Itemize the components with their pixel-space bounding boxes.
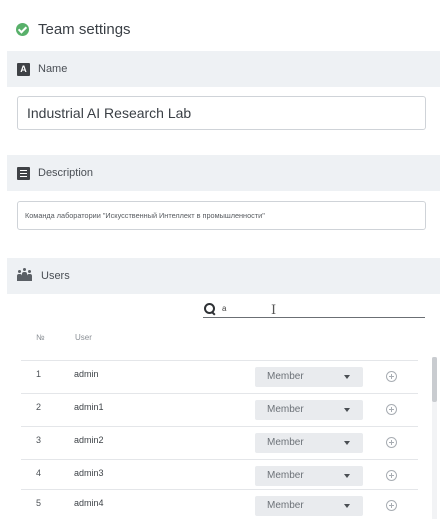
table-row: 5 admin4 Member [21, 489, 418, 519]
row-number: 5 [36, 498, 42, 508]
panel-title: Team settings [38, 20, 131, 38]
table-row: 3 admin2 Member [21, 426, 418, 456]
row-number: 4 [36, 468, 42, 478]
role-value: Member [267, 404, 304, 415]
section-header-description: Description [7, 155, 440, 191]
row-number: 2 [36, 402, 42, 412]
role-select[interactable]: Member [255, 496, 363, 516]
caret-down-icon [344, 375, 350, 379]
panel-header: Team settings [0, 8, 440, 50]
document-icon [17, 166, 30, 180]
section-header-users: Users [7, 258, 440, 294]
search-icon [204, 302, 216, 315]
section-label-description: Description [38, 167, 94, 179]
row-number: 3 [36, 435, 42, 445]
row-number: 1 [36, 369, 42, 379]
table-row: 4 admin3 Member [21, 459, 418, 489]
role-value: Member [267, 470, 304, 481]
add-circle-icon[interactable] [386, 500, 397, 511]
table-row: 2 admin1 Member [21, 393, 418, 423]
column-header-number: № [36, 333, 45, 342]
caret-down-icon [344, 408, 350, 412]
role-value: Member [267, 371, 304, 382]
scrollbar[interactable] [432, 357, 437, 519]
row-username: admin1 [74, 402, 104, 412]
caret-down-icon [344, 441, 350, 445]
table-row: 1 admin Member [21, 360, 418, 390]
text-cursor-icon: I [271, 303, 277, 318]
section-label-users: Users [41, 270, 70, 282]
section-label-name: Name [38, 63, 68, 75]
search-value: a [222, 304, 227, 313]
add-circle-icon[interactable] [386, 470, 397, 481]
check-circle-icon [16, 22, 29, 36]
scrollbar-thumb[interactable] [432, 357, 437, 402]
add-circle-icon[interactable] [386, 371, 397, 382]
role-value: Member [267, 437, 304, 448]
role-select[interactable]: Member [255, 433, 363, 453]
column-header-user: User [75, 333, 92, 342]
add-circle-icon[interactable] [386, 404, 397, 415]
user-search-input[interactable]: a I [203, 300, 425, 318]
row-username: admin4 [74, 498, 104, 508]
role-value: Member [267, 500, 304, 511]
a-letter-icon: A [17, 62, 30, 76]
caret-down-icon [344, 474, 350, 478]
role-select[interactable]: Member [255, 367, 363, 387]
team-description-input[interactable]: Команда лаборатории "Искусственный Интел… [17, 201, 426, 230]
team-name-input[interactable]: Industrial AI Research Lab [17, 96, 426, 130]
section-header-name: A Name [7, 51, 440, 87]
row-username: admin3 [74, 468, 104, 478]
role-select[interactable]: Member [255, 400, 363, 420]
add-circle-icon[interactable] [386, 437, 397, 448]
caret-down-icon [344, 504, 350, 508]
row-username: admin2 [74, 435, 104, 445]
row-username: admin [74, 369, 99, 379]
role-select[interactable]: Member [255, 466, 363, 486]
users-icon [17, 268, 33, 281]
